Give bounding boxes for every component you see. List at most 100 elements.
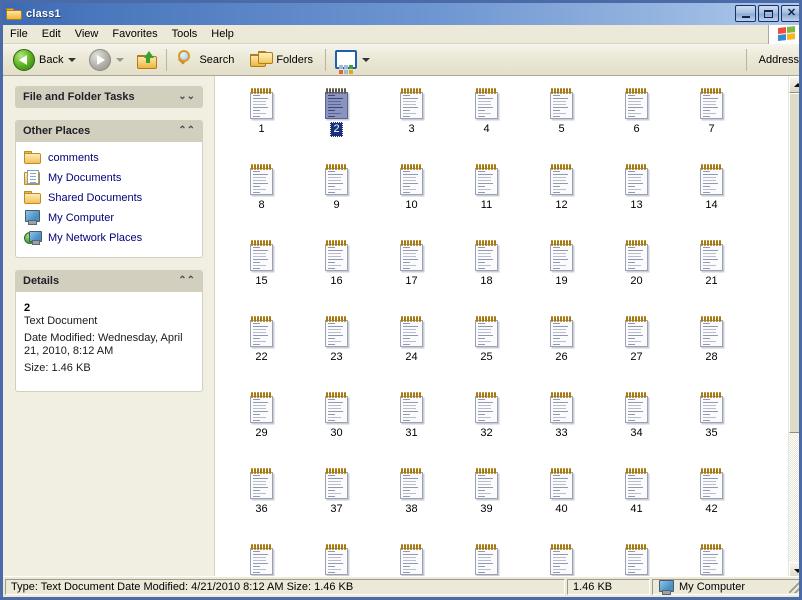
file-item[interactable]: 1 — [224, 84, 299, 160]
file-item[interactable]: 36 — [224, 464, 299, 540]
chevron-up-icon[interactable]: ⌃⌃ — [178, 276, 195, 286]
file-item[interactable]: 43 — [224, 540, 299, 579]
forward-button[interactable] — [85, 47, 133, 73]
file-list-pane[interactable]: 1 2 3 4 5 6 7 8 9 10 11 12 13 14 15 16 17 18 19 20 21 22 23 24 2… — [216, 76, 799, 579]
file-item[interactable]: 34 — [599, 388, 674, 464]
views-button[interactable] — [331, 48, 379, 74]
file-item[interactable]: 49 — [674, 540, 749, 579]
file-item[interactable]: 31 — [374, 388, 449, 464]
close-button[interactable]: ✕ — [781, 5, 799, 22]
text-document-icon — [699, 164, 724, 195]
scrollbar-thumb[interactable] — [789, 93, 799, 433]
file-item[interactable]: 46 — [449, 540, 524, 579]
file-item[interactable]: 37 — [299, 464, 374, 540]
menu-edit[interactable]: Edit — [35, 26, 68, 42]
text-document-icon — [249, 164, 274, 195]
up-folder-icon — [137, 50, 158, 69]
file-item[interactable]: 22 — [224, 312, 299, 388]
menu-favorites[interactable]: Favorites — [105, 26, 164, 42]
file-item[interactable]: 28 — [674, 312, 749, 388]
file-label: 4 — [483, 123, 490, 135]
chevron-down-icon[interactable]: ⌄⌄ — [178, 92, 195, 102]
window-folder-icon — [6, 7, 22, 21]
back-button[interactable]: Back — [9, 47, 85, 73]
file-label: 2 — [330, 122, 343, 137]
place-label: Shared Documents — [48, 192, 143, 204]
resize-grip[interactable] — [789, 581, 799, 593]
file-item[interactable]: 20 — [599, 236, 674, 312]
file-item[interactable]: 6 — [599, 84, 674, 160]
file-item[interactable]: 4 — [449, 84, 524, 160]
file-label: 15 — [255, 275, 268, 287]
file-item[interactable]: 48 — [599, 540, 674, 579]
file-item[interactable]: 30 — [299, 388, 374, 464]
menu-tools[interactable]: Tools — [165, 26, 205, 42]
folders-button[interactable]: Folders — [246, 49, 317, 71]
file-item[interactable]: 35 — [674, 388, 749, 464]
scrollbar-track[interactable] — [789, 93, 799, 562]
file-item[interactable]: 12 — [524, 160, 599, 236]
file-item[interactable]: 45 — [374, 540, 449, 579]
forward-dropdown-icon[interactable] — [116, 57, 125, 62]
file-item[interactable]: 40 — [524, 464, 599, 540]
file-item[interactable]: 16 — [299, 236, 374, 312]
status-size-text: 1.46 KB — [573, 581, 613, 593]
file-item[interactable]: 27 — [599, 312, 674, 388]
file-item[interactable]: 42 — [674, 464, 749, 540]
place-item-my-network-places[interactable]: My Network Places — [24, 229, 194, 247]
file-item[interactable]: 11 — [449, 160, 524, 236]
panel-header-details[interactable]: Details ⌃⌃ — [15, 270, 203, 292]
file-item[interactable]: 7 — [674, 84, 749, 160]
file-item[interactable]: 15 — [224, 236, 299, 312]
menu-file[interactable]: File — [3, 26, 35, 42]
file-item[interactable]: 25 — [449, 312, 524, 388]
file-item[interactable]: 8 — [224, 160, 299, 236]
file-label: 38 — [405, 503, 418, 515]
file-item[interactable]: 32 — [449, 388, 524, 464]
minimize-button[interactable] — [735, 5, 756, 22]
file-item[interactable]: 47 — [524, 540, 599, 579]
file-item[interactable]: 9 — [299, 160, 374, 236]
file-item[interactable]: 5 — [524, 84, 599, 160]
title-bar[interactable]: class1 ✕ — [3, 3, 799, 25]
back-dropdown-icon[interactable] — [68, 57, 77, 62]
place-item-my-computer[interactable]: My Computer — [24, 209, 194, 227]
file-item[interactable]: 19 — [524, 236, 599, 312]
file-item[interactable]: 41 — [599, 464, 674, 540]
file-item[interactable]: 21 — [674, 236, 749, 312]
menu-view[interactable]: View — [68, 26, 106, 42]
file-label: 32 — [480, 427, 493, 439]
up-button[interactable] — [133, 49, 161, 71]
file-item[interactable]: 3 — [374, 84, 449, 160]
maximize-button[interactable] — [758, 5, 779, 22]
file-item[interactable]: 2 — [299, 84, 374, 160]
status-size-pane: 1.46 KB — [567, 579, 650, 595]
place-item-comments[interactable]: comments — [24, 149, 194, 167]
file-item[interactable]: 13 — [599, 160, 674, 236]
menu-help[interactable]: Help — [204, 26, 241, 42]
file-label: 21 — [705, 275, 718, 287]
vertical-scrollbar[interactable] — [788, 76, 799, 579]
icon-grid: 1 2 3 4 5 6 7 8 9 10 11 12 13 14 15 16 17 18 19 20 21 22 23 24 2… — [216, 76, 778, 579]
panel-header-file-and-folder-tasks[interactable]: File and Folder Tasks ⌄⌄ — [15, 86, 203, 108]
file-item[interactable]: 29 — [224, 388, 299, 464]
chevron-up-icon[interactable]: ⌃⌃ — [178, 126, 195, 136]
file-item[interactable]: 10 — [374, 160, 449, 236]
search-button[interactable]: Search — [172, 48, 238, 71]
file-item[interactable]: 23 — [299, 312, 374, 388]
file-item[interactable]: 38 — [374, 464, 449, 540]
file-item[interactable]: 39 — [449, 464, 524, 540]
file-item[interactable]: 44 — [299, 540, 374, 579]
file-item[interactable]: 33 — [524, 388, 599, 464]
file-item[interactable]: 26 — [524, 312, 599, 388]
file-item[interactable]: 17 — [374, 236, 449, 312]
panel-header-other-places[interactable]: Other Places ⌃⌃ — [15, 120, 203, 142]
views-dropdown-icon[interactable] — [362, 57, 371, 62]
file-item[interactable]: 18 — [449, 236, 524, 312]
place-item-shared-documents[interactable]: Shared Documents — [24, 189, 194, 207]
file-item[interactable]: 14 — [674, 160, 749, 236]
place-item-my-documents[interactable]: My Documents — [24, 169, 194, 187]
file-item[interactable]: 24 — [374, 312, 449, 388]
scroll-up-button[interactable] — [789, 76, 799, 93]
text-document-icon — [474, 240, 499, 271]
